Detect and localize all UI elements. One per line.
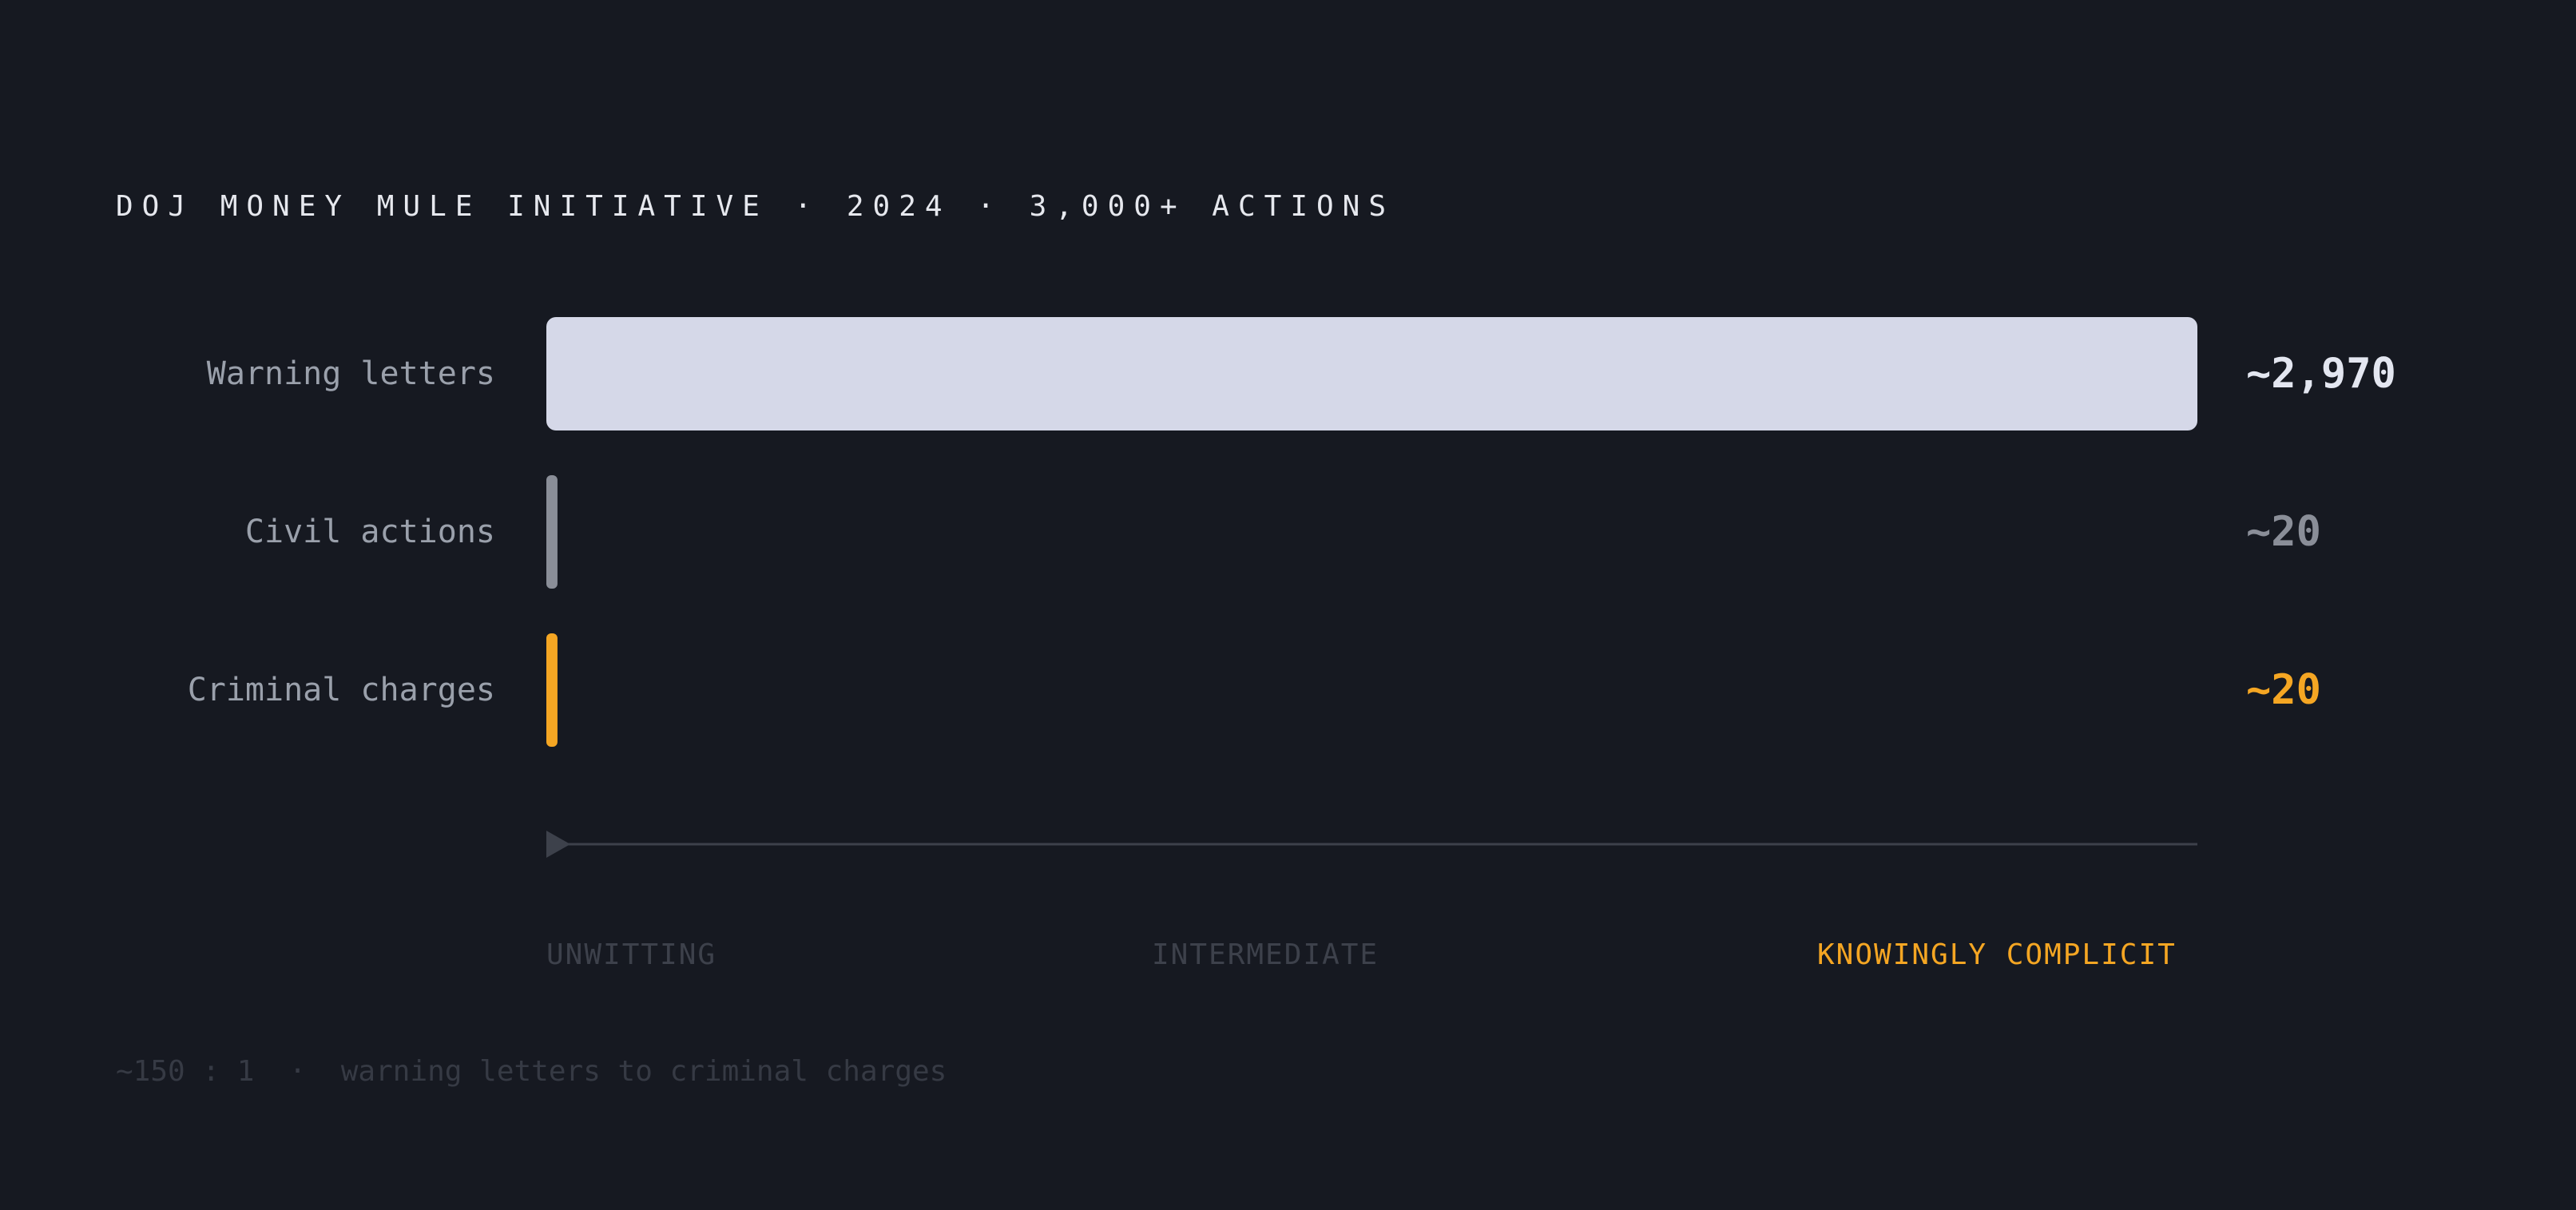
category-label-criminal-charges: Criminal charges [188, 672, 495, 708]
value-label-civil-actions: ~20 [2246, 508, 2321, 556]
scale-label-knowingly-complicit: KNOWINGLY COMPLICIT [1817, 938, 2177, 971]
bar-criminal-charges [546, 633, 558, 747]
bar-civil-actions [546, 475, 558, 589]
spectrum-arrow-icon [546, 831, 570, 858]
spectrum-axis [546, 831, 2197, 858]
scale-label-intermediate: INTERMEDIATE [1152, 938, 1379, 971]
value-label-warning-letters: ~2,970 [2246, 350, 2396, 398]
category-label-civil-actions: Civil actions [245, 514, 495, 550]
value-label-criminal-charges: ~20 [2246, 666, 2321, 714]
bars-layer: Warning letters ~2,970 Civil actions ~20 Cri… [188, 317, 2396, 747]
scale-label-unwitting: UNWITTING [546, 938, 717, 971]
bar-warning-letters [546, 317, 2197, 430]
ratio-footnote: ~150 : 1 · warning letters to criminal c… [116, 1055, 947, 1088]
category-label-warning-letters: Warning letters [207, 355, 495, 392]
bar-chart: Warning letters ~2,970 Civil actions ~20 Cri… [188, 317, 2396, 858]
